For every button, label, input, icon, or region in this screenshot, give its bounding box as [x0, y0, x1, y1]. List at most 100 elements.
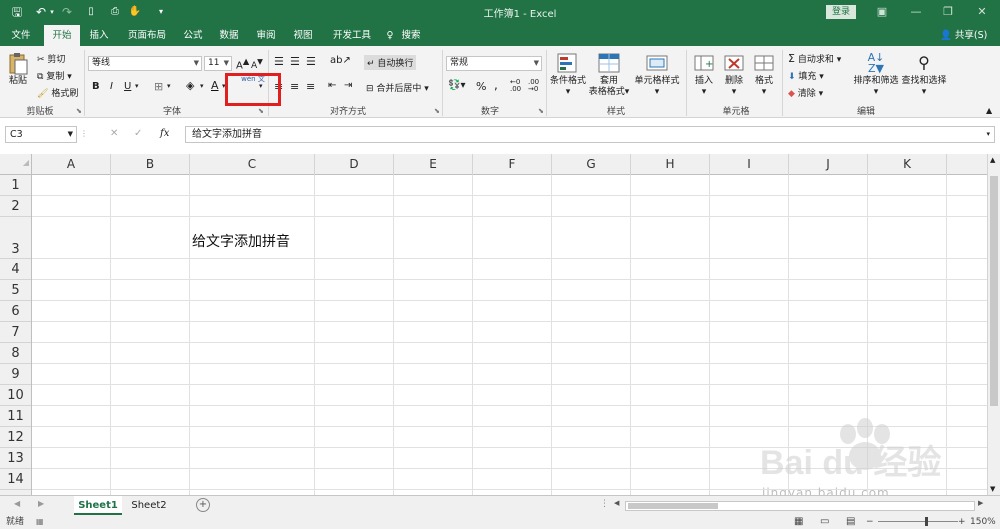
increase-indent-icon[interactable]: ⇥ — [344, 80, 352, 91]
font-color-icon[interactable]: A — [211, 79, 219, 92]
next-sheet-icon[interactable]: ▶ — [38, 499, 44, 508]
cancel-icon[interactable]: ✕ — [110, 128, 118, 139]
print-preview-icon[interactable]: ⎙ — [108, 4, 122, 20]
share-button[interactable]: 👤 共享(S) — [940, 25, 987, 46]
italic-button[interactable]: I — [110, 81, 113, 92]
autosum-button[interactable]: Σ 自动求和 ▾ — [788, 52, 841, 65]
align-center-icon[interactable]: ≡ — [290, 80, 299, 93]
row-header[interactable]: 10 — [0, 385, 31, 406]
column-header[interactable]: G — [552, 154, 631, 175]
column-header[interactable]: K — [868, 154, 947, 175]
row-header[interactable]: 3 — [0, 217, 31, 259]
underline-button[interactable]: U — [124, 81, 131, 92]
customize-toolbar-icon[interactable]: ▾ — [156, 4, 166, 20]
tab-formulas[interactable]: 公式 — [178, 25, 208, 46]
conditional-formatting-button[interactable]: 条件格式 ▾ — [548, 52, 588, 98]
tab-splitter-icon[interactable]: ⋮ — [600, 499, 609, 509]
find-select-button[interactable]: ⚲ 查找和选择 ▾ — [900, 52, 948, 98]
row-header[interactable]: 11 — [0, 406, 31, 427]
sheet-tab-sheet1[interactable]: Sheet1 — [74, 496, 122, 515]
tab-home[interactable]: 开始 — [44, 25, 80, 46]
lightbulb-icon[interactable]: ♀ — [384, 25, 396, 46]
paste-button[interactable]: 粘贴 — [4, 52, 32, 87]
scroll-down-icon[interactable]: ▼ — [990, 485, 995, 493]
zoom-in-icon[interactable]: + — [958, 515, 966, 529]
format-cells-button[interactable]: 格式 ▾ — [750, 52, 778, 98]
row-header[interactable]: 7 — [0, 322, 31, 343]
tab-data[interactable]: 数据 — [214, 25, 244, 46]
column-header[interactable]: B — [111, 154, 190, 175]
currency-icon[interactable]: 💱▾ — [448, 80, 465, 91]
comma-button[interactable]: , — [494, 78, 498, 92]
font-name-combo[interactable]: 等线 ▼ — [88, 56, 202, 71]
row-header[interactable]: 9 — [0, 364, 31, 385]
orientation-icon[interactable]: ab↗ — [330, 55, 351, 66]
scroll-right-icon[interactable]: ▶ — [978, 499, 983, 507]
number-launcher-icon[interactable]: ⬊ — [538, 107, 544, 115]
undo-dropdown-icon[interactable]: ▾ — [48, 4, 56, 20]
zoom-slider-thumb[interactable] — [925, 517, 928, 526]
column-header[interactable]: A — [32, 154, 111, 175]
select-all-corner[interactable]: ◢ — [0, 154, 32, 175]
page-layout-view-icon[interactable]: ▭ — [820, 515, 829, 529]
column-header[interactable]: C — [190, 154, 315, 175]
align-right-icon[interactable]: ≡ — [306, 80, 315, 93]
macro-record-icon[interactable]: ▦ — [36, 515, 44, 529]
tab-page-layout[interactable]: 页面布局 — [122, 25, 172, 46]
zoom-level[interactable]: 150% — [970, 515, 996, 529]
format-as-table-button[interactable]: 套用 表格格式▾ — [588, 52, 630, 98]
save-icon[interactable]: 🖫 — [10, 4, 24, 20]
touch-mode-icon[interactable]: ✋ — [128, 4, 142, 20]
cell-c3[interactable]: 给文字添加拼音 — [192, 231, 290, 251]
undo-icon[interactable]: ↶ — [34, 4, 48, 20]
format-painter-button[interactable]: 🖌 格式刷 — [37, 86, 78, 99]
fill-color-dropdown-icon[interactable]: ▾ — [200, 82, 204, 90]
zoom-slider-track[interactable] — [878, 521, 958, 522]
increase-decimal-icon[interactable]: ←0.00 — [510, 79, 521, 93]
borders-dropdown-icon[interactable]: ▾ — [167, 82, 171, 90]
tab-review[interactable]: 审阅 — [251, 25, 281, 46]
add-sheet-button[interactable]: + — [196, 498, 210, 512]
scroll-thumb[interactable] — [628, 503, 718, 509]
tab-file[interactable]: 文件 — [6, 25, 36, 46]
sort-filter-button[interactable]: A↓ Z▼ 排序和筛选 ▾ — [852, 52, 900, 98]
align-top-icon[interactable]: ☰ — [274, 55, 284, 68]
tell-me-search[interactable]: 搜索 — [398, 25, 424, 46]
decrease-decimal-icon[interactable]: .00 →0 — [528, 79, 539, 93]
grow-font-icon[interactable]: A▲ — [236, 56, 249, 71]
row-header[interactable]: 14 — [0, 469, 31, 490]
tab-insert[interactable]: 插入 — [84, 25, 114, 46]
page-break-view-icon[interactable]: ▤ — [846, 515, 855, 529]
alignment-launcher-icon[interactable]: ⬊ — [434, 107, 440, 115]
tab-developer[interactable]: 开发工具 — [327, 25, 377, 46]
decrease-indent-icon[interactable]: ⇤ — [328, 80, 336, 91]
redo-icon[interactable]: ↷ — [60, 4, 74, 20]
merge-center-button[interactable]: ⊟ 合并后居中 ▾ — [366, 81, 429, 94]
insert-function-icon[interactable]: fx — [160, 128, 169, 139]
row-header[interactable]: 2 — [0, 196, 31, 217]
copy-button[interactable]: ⧉ 复制 ▾ — [37, 69, 72, 82]
sheet-tab-sheet2[interactable]: Sheet2 — [126, 496, 172, 515]
row-header[interactable]: 1 — [0, 175, 31, 196]
cut-button[interactable]: ✂ 剪切 — [37, 52, 65, 65]
login-button[interactable]: 登录 — [826, 5, 856, 19]
row-header[interactable]: 4 — [0, 259, 31, 280]
clipboard-launcher-icon[interactable]: ⬊ — [76, 107, 82, 115]
scroll-thumb[interactable] — [990, 176, 998, 406]
scroll-left-icon[interactable]: ◀ — [614, 499, 619, 507]
insert-cells-button[interactable]: + 插入 ▾ — [690, 52, 718, 98]
new-doc-icon[interactable]: ▯ — [84, 4, 98, 20]
scroll-up-icon[interactable]: ▲ — [990, 156, 995, 164]
fill-button[interactable]: ⬇ 填充 ▾ — [788, 69, 824, 82]
percent-button[interactable]: % — [476, 80, 486, 93]
zoom-out-icon[interactable]: − — [866, 515, 874, 529]
maximize-icon[interactable]: ❐ — [938, 3, 958, 21]
row-header[interactable]: 6 — [0, 301, 31, 322]
column-header[interactable]: D — [315, 154, 394, 175]
enter-icon[interactable]: ✓ — [134, 128, 142, 139]
row-header[interactable]: 13 — [0, 448, 31, 469]
font-size-combo[interactable]: 11 ▼ — [204, 56, 232, 71]
column-header[interactable]: J — [789, 154, 868, 175]
borders-icon[interactable]: ⊞ — [154, 80, 163, 93]
prev-sheet-icon[interactable]: ◀ — [14, 499, 20, 508]
